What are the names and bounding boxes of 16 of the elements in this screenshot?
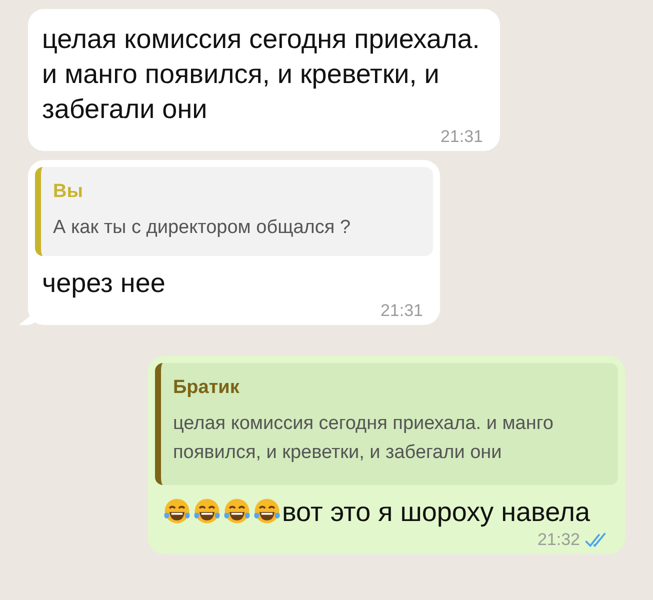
quote-text: А как ты с директором общался ? <box>53 216 352 240</box>
message-time: 21:31 <box>380 301 423 321</box>
quoted-message[interactable]: Вы А как ты с директором общался ? <box>35 167 433 256</box>
quote-author: Братик <box>173 377 240 399</box>
laughing-tears-face-icon <box>192 496 222 526</box>
laughing-tears-face-icon <box>222 496 252 526</box>
laughing-tears-face-icon <box>162 496 192 526</box>
message-time: 21:31 <box>440 127 483 147</box>
quote-author: Вы <box>53 181 84 203</box>
quote-text: целая комиссия сегодня приехала. и манго появился, и креветки, и забегали они <box>173 412 554 465</box>
message-text: через нее <box>42 268 166 298</box>
laughing-tears-face-icon <box>252 496 282 526</box>
message-time: 21:32 <box>537 530 580 550</box>
quoted-message[interactable]: Братик целая комиссия сегодня приехала. и манго появился, и креветки, и забегали они <box>155 363 618 485</box>
message-text: целая комиссия сегодня приехала. и манго появился, и креветки, и забегали они <box>42 24 480 124</box>
message-text: вот это я шороху навела <box>282 497 590 527</box>
